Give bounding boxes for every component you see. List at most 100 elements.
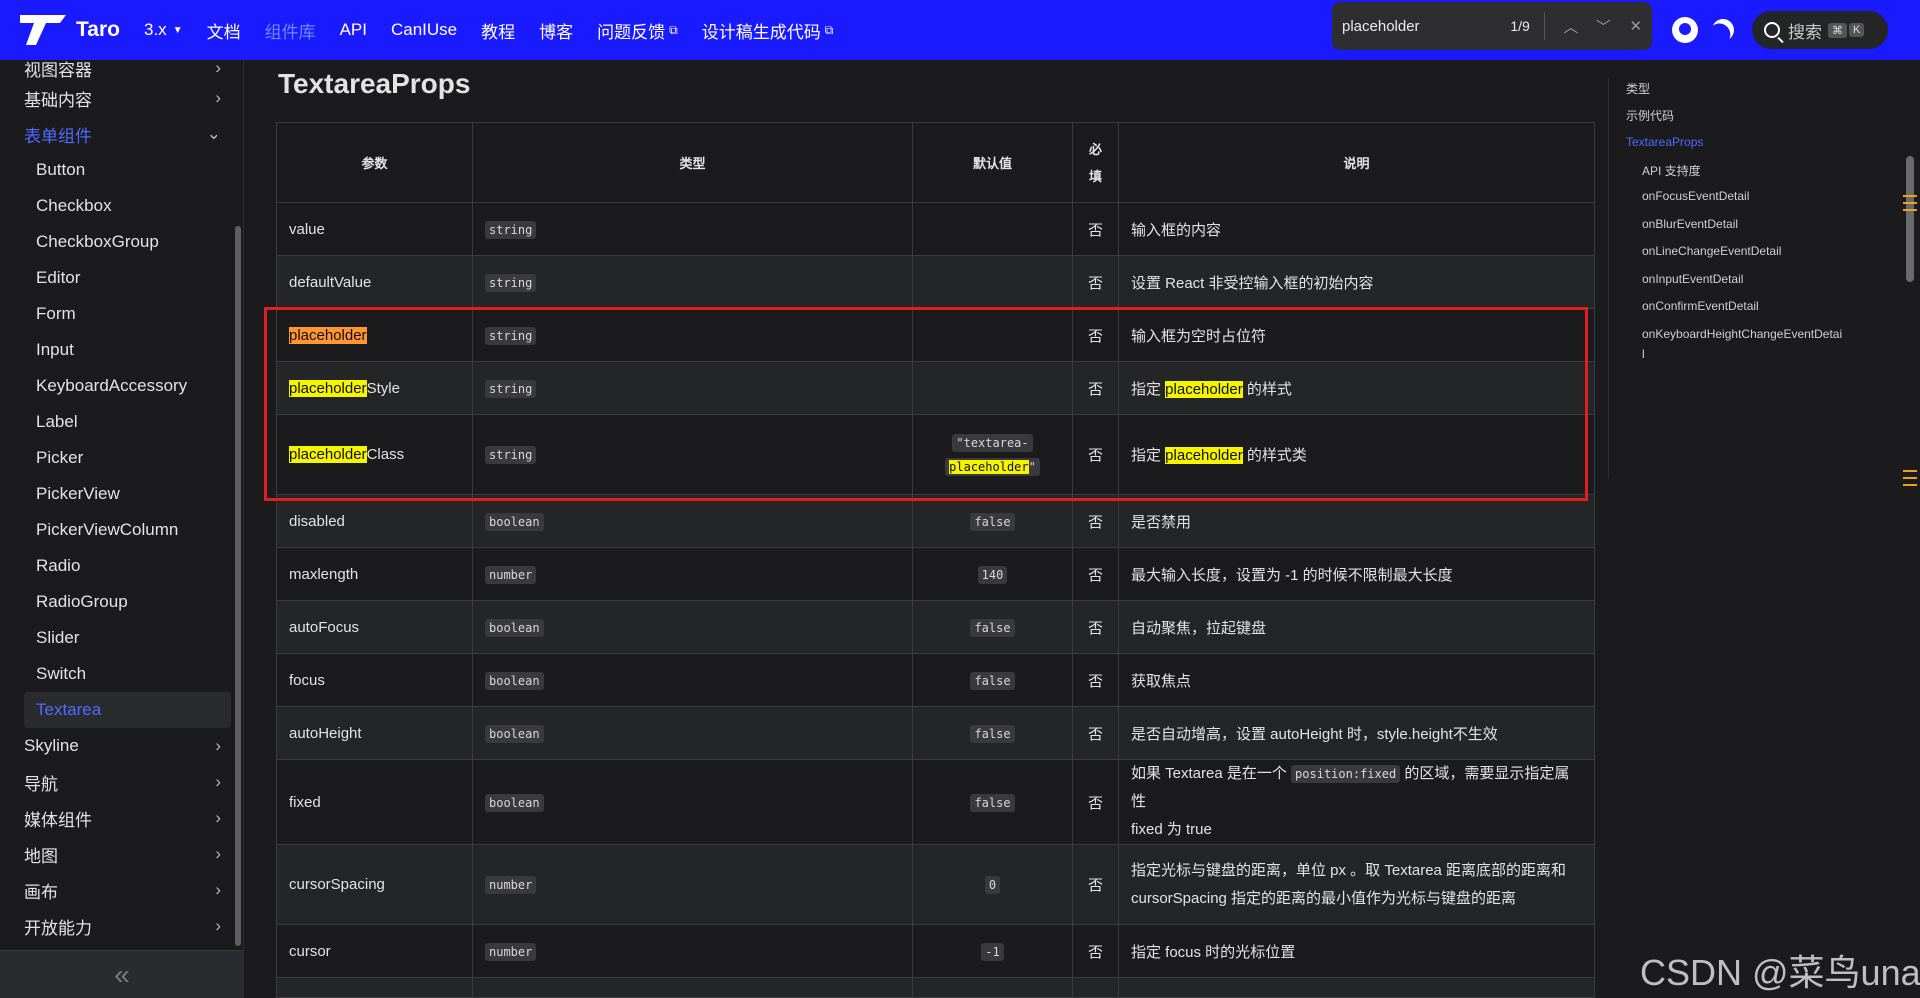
cell-type: string (472, 414, 913, 495)
toc-item[interactable]: API 支持度 (1642, 162, 1701, 179)
highlight-match: placeholder (949, 459, 1029, 474)
cell-desc: 自动聚焦，拉起键盘 (1118, 600, 1595, 654)
sidebar-sublist: Button Checkbox CheckboxGroup Editor Form Inp… (24, 152, 231, 728)
sidebar-item-open-capability[interactable]: 开放能力 › (24, 908, 231, 944)
sidebar-item-basic-content[interactable]: 基础内容 › (24, 80, 231, 116)
toc-item[interactable]: TextareaProps (1626, 135, 1703, 149)
highlight-match: placeholder (289, 446, 367, 463)
chevron-right-icon: › (215, 916, 221, 935)
default-code: 140 (977, 565, 1008, 584)
toc-item[interactable]: onFocusEventDetail (1642, 189, 1749, 203)
cell-desc: 设置 React 非受控输入框的初始内容 (1118, 255, 1595, 309)
collapse-sidebar-button[interactable]: « (0, 950, 244, 998)
sidebar-item-slider[interactable]: Slider (24, 620, 231, 656)
cell-type: number (472, 924, 913, 978)
param-suffix: Class (366, 446, 405, 463)
table-row (276, 977, 1595, 998)
table-row: placeholderStyle string 否指定 placeholder 的样… (276, 361, 1595, 415)
table-row: maxlength number 140 否最大输入长度，设置为 -1 的时候不限制最… (276, 547, 1595, 601)
props-table: 参数 类型 默认值 必 填 说明 value string 否输入框的内容 defau… (276, 122, 1595, 998)
sidebar-item-pickerview[interactable]: PickerView (24, 476, 231, 512)
table-header-row: 参数 类型 默认值 必 填 说明 (276, 122, 1595, 203)
double-chevron-left-icon: « (114, 958, 130, 990)
sidebar-item-picker[interactable]: Picker (24, 440, 231, 476)
cell-param: maxlength (276, 547, 473, 601)
find-input[interactable]: placeholder (1342, 18, 1470, 35)
toc-item[interactable]: 类型 (1626, 80, 1650, 97)
nav-api[interactable]: API (340, 20, 367, 40)
sidebar-item-label[interactable]: Label (24, 404, 231, 440)
cell-required: 否 (1072, 494, 1119, 548)
search-button[interactable]: 搜索 ⌘ K (1752, 11, 1888, 49)
sidebar-item-form[interactable]: Form (24, 296, 231, 332)
page-scrollbar-thumb[interactable] (1906, 156, 1914, 282)
sidebar-item-checkbox[interactable]: Checkbox (24, 188, 231, 224)
sidebar-item-label: PickerView (36, 484, 120, 503)
kbd-k: K (1849, 23, 1865, 37)
top-navbar: Taro 3.x ▼ 文档 组件库 API CanIUse 教程 博客 问题反馈 ⧉… (0, 0, 1920, 60)
nav-blog[interactable]: 博客 (539, 18, 573, 43)
cell-desc: 是否自动增高，设置 autoHeight 时，style.height不生效 (1118, 706, 1595, 760)
sidebar-item-label: Switch (36, 664, 87, 683)
taro-logo-icon (20, 15, 66, 45)
cell-default: false (912, 494, 1073, 548)
toc-item[interactable]: 示例代码 (1626, 107, 1674, 124)
nav-caniuse[interactable]: CanIUse (391, 20, 457, 40)
type-code: boolean (485, 724, 544, 743)
sidebar-item-form-components[interactable]: 表单组件 ⌄ (24, 116, 231, 152)
highlight-match: placeholder (1165, 447, 1243, 464)
sidebar-item-checkboxgroup[interactable]: CheckboxGroup (24, 224, 231, 260)
table-row: cursor number -1 否指定 focus 时的光标位置 (276, 924, 1595, 978)
sidebar-item-switch[interactable]: Switch (24, 656, 231, 692)
sidebar-item-skyline[interactable]: Skyline › (24, 728, 231, 764)
nav-version-dropdown[interactable]: 3.x ▼ (144, 20, 183, 40)
default-code: false (970, 618, 1015, 637)
highlight-match: placeholder (289, 379, 367, 397)
toc-item[interactable]: onInputEventDetail (1642, 272, 1743, 286)
toc-item[interactable]: onKeyboardHeightChangeEventDetai (1642, 327, 1842, 341)
nav-components[interactable]: 组件库 (265, 18, 316, 43)
sidebar-item-radiogroup[interactable]: RadioGroup (24, 584, 231, 620)
sidebar-item-label: PickerViewColumn (36, 520, 179, 539)
sidebar-item-textarea[interactable]: Textarea (24, 692, 231, 728)
find-next-icon[interactable]: ﹀ (1587, 16, 1619, 37)
sidebar-item-label: KeyboardAccessory (36, 376, 188, 395)
sidebar-item-canvas[interactable]: 画布 › (24, 872, 231, 908)
find-close-icon[interactable]: ✕ (1620, 17, 1652, 35)
desc-text: 自动聚焦，拉起键盘 (1131, 619, 1267, 637)
sidebar-item-keyboardaccessory[interactable]: KeyboardAccessory (24, 368, 231, 404)
sidebar-item-navigation[interactable]: 导航 › (24, 764, 231, 800)
nav-feedback[interactable]: 问题反馈 ⧉ (597, 18, 678, 43)
toc-item[interactable]: onLineChangeEventDetail (1642, 244, 1781, 258)
cell-param: autoFocus (276, 600, 473, 654)
sidebar-item-editor[interactable]: Editor (24, 260, 231, 296)
sidebar-item-media[interactable]: 媒体组件 › (24, 800, 231, 836)
default-code: 0 (984, 876, 1001, 894)
default-code: false (970, 512, 1015, 531)
toc-item[interactable]: onConfirmEventDetail (1642, 299, 1759, 313)
find-previous-icon[interactable]: ︿ (1555, 16, 1587, 37)
logo[interactable]: Taro (20, 15, 120, 45)
sidebar-item-radio[interactable]: Radio (24, 548, 231, 584)
nav-docs[interactable]: 文档 (207, 18, 241, 43)
github-icon[interactable] (1672, 17, 1698, 43)
sidebar-scrollbar[interactable] (235, 226, 241, 946)
sidebar-item-button[interactable]: Button (24, 152, 231, 188)
cell-empty (1118, 977, 1595, 998)
nav-tutorial[interactable]: 教程 (481, 18, 515, 43)
dark-mode-toggle-icon[interactable] (1709, 16, 1737, 44)
cell-type: string (472, 361, 913, 415)
sidebar-item-input[interactable]: Input (24, 332, 231, 368)
cell-required: 否 (1072, 759, 1119, 845)
chevron-right-icon: › (215, 880, 221, 899)
sidebar-item-pickerviewcolumn[interactable]: PickerViewColumn (24, 512, 231, 548)
cell-required: 否 (1072, 547, 1119, 601)
toc-item[interactable]: onBlurEventDetail (1642, 217, 1738, 231)
sidebar-item-map[interactable]: 地图 › (24, 836, 231, 872)
toc-item[interactable]: l (1642, 347, 1645, 361)
sidebar-item-view-container[interactable]: 视图容器 › (24, 56, 231, 80)
nav-design-to-code[interactable]: 设计稿生成代码 ⧉ (702, 18, 834, 43)
sidebar-item-label: RadioGroup (36, 592, 128, 611)
cell-param: cursor (276, 924, 473, 978)
table-row: placeholder string 否输入框为空时占位符 (276, 308, 1595, 362)
